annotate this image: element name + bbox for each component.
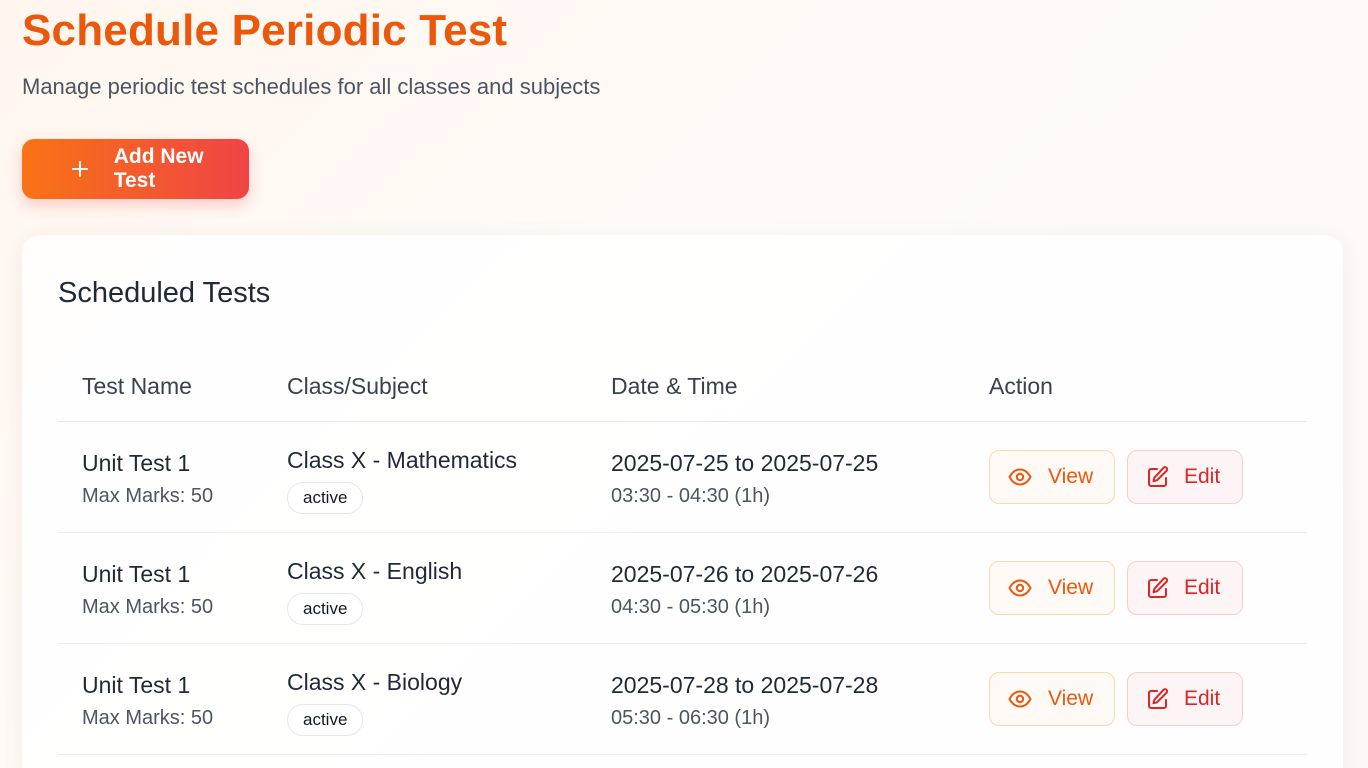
column-header-test-name: Test Name (82, 373, 192, 399)
edit-icon (1148, 466, 1169, 487)
status-badge: active (287, 482, 364, 514)
date-range: 2025-07-26 to 2025-07-26 (611, 561, 879, 587)
test-name: Unit Test 1 (82, 561, 191, 587)
view-button[interactable]: View (989, 672, 1115, 726)
scheduled-tests-table: Test Name Class/Subject Date & Time Acti… (58, 345, 1307, 755)
add-new-test-label: Add New Test (113, 145, 204, 192)
view-label: View (1048, 576, 1094, 599)
edit-label: Edit (1184, 687, 1221, 710)
card-title: Scheduled Tests (58, 277, 271, 309)
eye-icon (1008, 690, 1032, 708)
edit-button[interactable]: Edit (1127, 450, 1243, 504)
status-badge: active (287, 704, 364, 736)
class-subject: Class X - Mathematics (287, 447, 518, 473)
max-marks: Max Marks: 50 (82, 485, 214, 507)
view-button[interactable]: View (989, 450, 1115, 504)
class-subject: Class X - Biology (287, 669, 463, 695)
time-range: 04:30 - 05:30 (1h) (611, 596, 770, 618)
edit-button[interactable]: Edit (1127, 561, 1243, 615)
eye-icon (1008, 468, 1032, 486)
plus-icon (70, 159, 90, 179)
table-row: Unit Test 1 Max Marks: 50 Class X - Math… (58, 422, 1307, 533)
eye-icon (1008, 579, 1032, 597)
time-range: 05:30 - 06:30 (1h) (611, 707, 770, 729)
page-subtitle: Manage periodic test schedules for all c… (22, 74, 601, 99)
table-header: Test Name Class/Subject Date & Time Acti… (58, 345, 1307, 422)
max-marks: Max Marks: 50 (82, 707, 214, 729)
column-header-class-subject: Class/Subject (287, 373, 428, 399)
scheduled-tests-card: Scheduled Tests Test Name Class/Subject … (22, 235, 1343, 768)
add-new-test-button[interactable]: Add New Test (22, 139, 249, 199)
test-name: Unit Test 1 (82, 450, 191, 476)
test-name: Unit Test 1 (82, 672, 191, 698)
column-header-date-time: Date & Time (611, 373, 738, 399)
status-badge: active (287, 593, 364, 625)
table-row: Unit Test 1 Max Marks: 50 Class X - Engl… (58, 533, 1307, 644)
max-marks: Max Marks: 50 (82, 596, 214, 618)
edit-button[interactable]: Edit (1127, 672, 1243, 726)
edit-label: Edit (1184, 576, 1221, 599)
date-range: 2025-07-28 to 2025-07-28 (611, 672, 879, 698)
column-header-action: Action (989, 373, 1053, 399)
edit-icon (1148, 577, 1169, 598)
date-range: 2025-07-25 to 2025-07-25 (611, 450, 879, 476)
view-label: View (1048, 687, 1094, 710)
page-title: Schedule Periodic Test (22, 6, 508, 55)
table-row: Unit Test 1 Max Marks: 50 Class X - Biol… (58, 644, 1307, 755)
view-label: View (1048, 465, 1094, 488)
edit-icon (1148, 688, 1169, 709)
time-range: 03:30 - 04:30 (1h) (611, 485, 770, 507)
class-subject: Class X - English (287, 558, 463, 584)
edit-label: Edit (1184, 465, 1221, 488)
view-button[interactable]: View (989, 561, 1115, 615)
